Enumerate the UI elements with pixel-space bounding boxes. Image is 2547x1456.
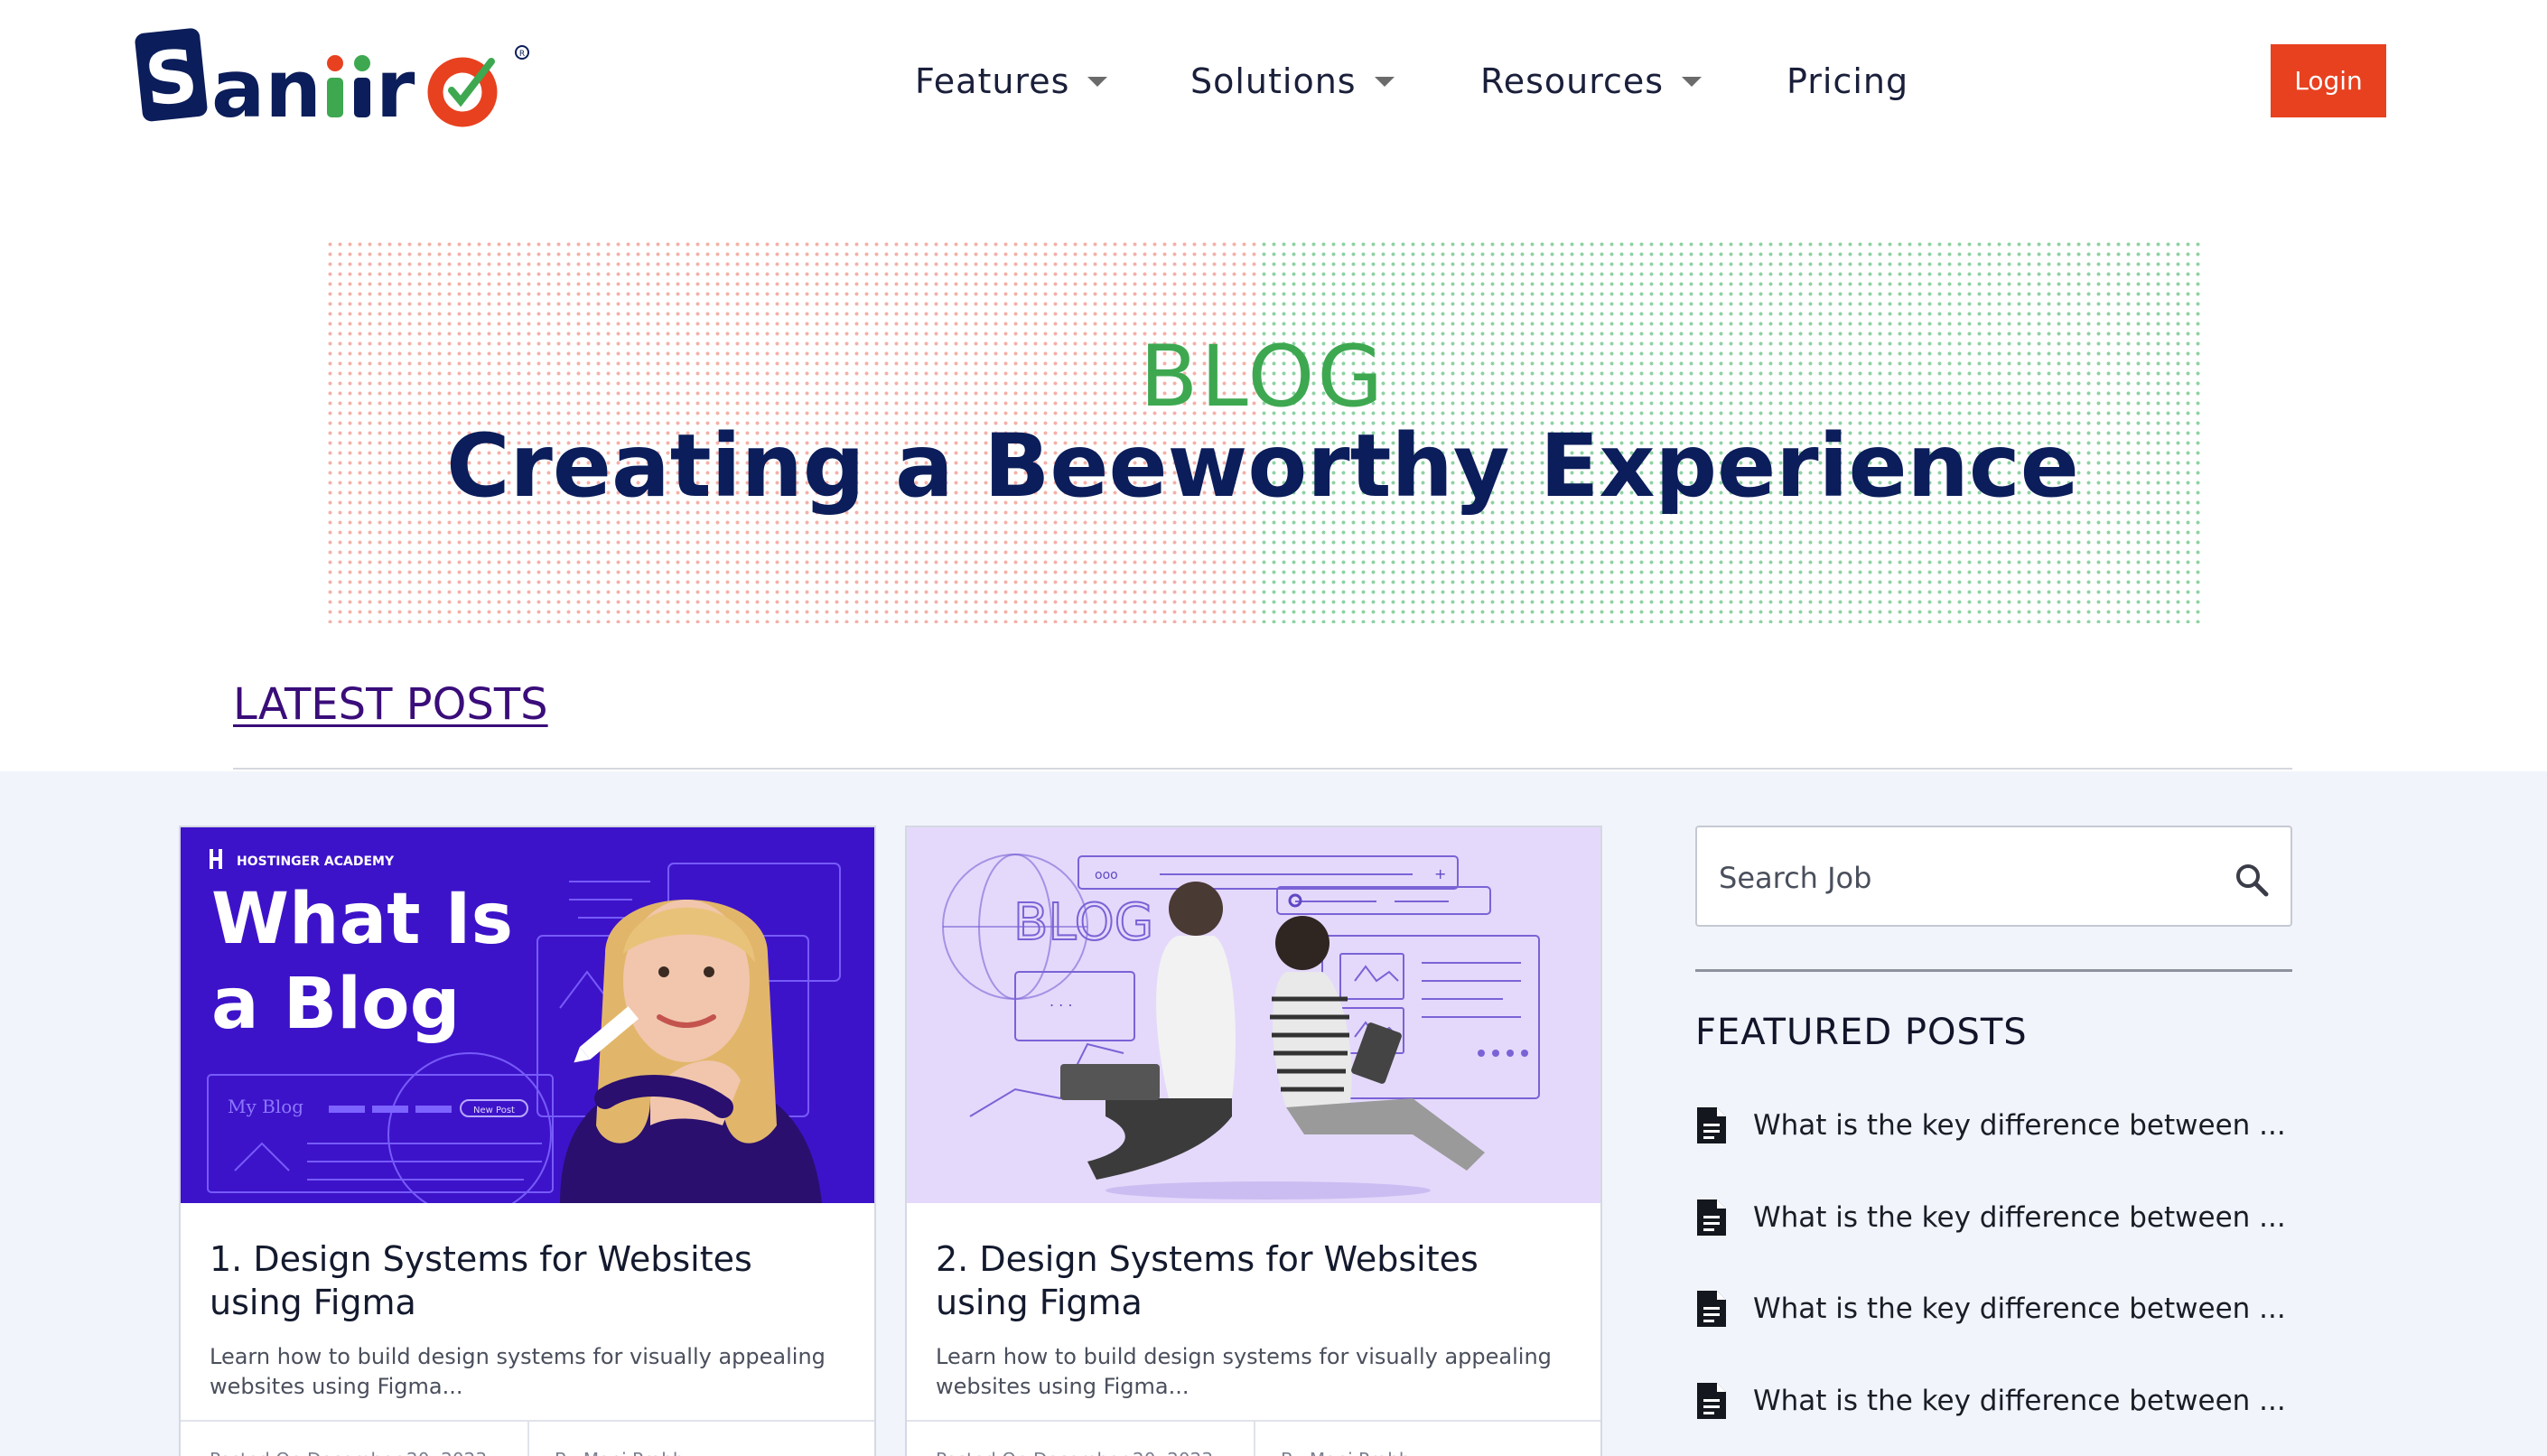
academy-label: HOSTINGER ACADEMY bbox=[237, 854, 395, 869]
window-dots: ooo bbox=[1095, 868, 1118, 882]
chevron-down-icon bbox=[1374, 76, 1395, 87]
post-title[interactable]: 2. Design Systems for Websites using Fig… bbox=[936, 1237, 1568, 1324]
site-header: S an r R Features Solutions Resources Pr… bbox=[0, 0, 2547, 163]
post-date: Posted On December 20, 2023 bbox=[936, 1449, 1213, 1456]
sidebar-divider bbox=[1695, 969, 2292, 972]
nav-features-label: Features bbox=[915, 61, 1070, 101]
document-icon bbox=[1695, 1381, 1728, 1421]
mock-blog-label: My Blog bbox=[228, 1096, 303, 1117]
blog-hero: BLOG Creating a Beeworthy Experience bbox=[325, 239, 2200, 623]
svg-text:R: R bbox=[519, 50, 525, 59]
hero-eyebrow: BLOG bbox=[1139, 328, 1386, 426]
latest-posts-link[interactable]: LATEST POSTS bbox=[233, 679, 548, 730]
chevron-down-icon bbox=[1682, 76, 1703, 87]
post-meta-separator bbox=[527, 1420, 529, 1456]
blog-label: BLOG bbox=[1013, 893, 1153, 952]
nav-pricing[interactable]: Pricing bbox=[1787, 54, 1908, 108]
svg-text:r: r bbox=[376, 42, 415, 130]
nav-pricing-label: Pricing bbox=[1787, 61, 1909, 101]
featured-post-title[interactable]: What is the key difference between ... bbox=[1753, 1201, 2286, 1234]
post-title[interactable]: 1. Design Systems for Websites using Fig… bbox=[210, 1237, 842, 1324]
thumbnail-headline-2: a Blog bbox=[211, 964, 460, 1045]
hero-title: Creating a Beeworthy Experience bbox=[446, 415, 2079, 517]
document-icon bbox=[1695, 1198, 1728, 1237]
login-button[interactable]: Login bbox=[2271, 44, 2386, 117]
post-date: Posted On December 20, 2023 bbox=[210, 1449, 487, 1456]
search-input[interactable] bbox=[1719, 851, 2225, 905]
nav-features[interactable]: Features bbox=[915, 54, 1108, 108]
featured-post-item[interactable]: What is the key difference between ... bbox=[1695, 1378, 2292, 1423]
post-excerpt: Learn how to build design systems for vi… bbox=[936, 1344, 1552, 1399]
post-thumbnail[interactable]: New Post My Blog HOSTINGER ACADEMY What … bbox=[181, 827, 874, 1203]
svg-text:S: S bbox=[141, 33, 201, 123]
nav-solutions[interactable]: Solutions bbox=[1190, 54, 1395, 108]
featured-post-title[interactable]: What is the key difference between ... bbox=[1753, 1293, 2286, 1325]
window-plus: + bbox=[1434, 865, 1446, 882]
post-thumbnail[interactable]: ooo + . . . BLOG bbox=[907, 827, 1600, 1203]
featured-post-title[interactable]: What is the key difference between ... bbox=[1753, 1385, 2286, 1417]
featured-post-item[interactable]: What is the key difference between ... bbox=[1695, 1103, 2292, 1148]
svg-text:an: an bbox=[211, 42, 322, 130]
document-icon bbox=[1695, 1106, 1728, 1145]
nav-resources[interactable]: Resources bbox=[1480, 54, 1703, 108]
saniiro-logo[interactable]: S an r R bbox=[134, 23, 536, 135]
post-card[interactable]: New Post My Blog HOSTINGER ACADEMY What … bbox=[179, 826, 876, 1456]
featured-post-title[interactable]: What is the key difference between ... bbox=[1753, 1109, 2286, 1142]
featured-post-item[interactable]: What is the key difference between ... bbox=[1695, 1195, 2292, 1240]
featured-posts-heading: FEATURED POSTS bbox=[1695, 1012, 2028, 1053]
bubble-dots: . . . bbox=[1050, 993, 1072, 1010]
post-excerpt: Learn how to build design systems for vi… bbox=[210, 1344, 826, 1399]
post-author: By Mani Prabhu bbox=[555, 1449, 695, 1456]
mock-new-post: New Post bbox=[473, 1106, 515, 1115]
search-box bbox=[1695, 826, 2292, 927]
post-meta-separator bbox=[1254, 1420, 1255, 1456]
nav-resources-label: Resources bbox=[1480, 61, 1665, 101]
section-divider bbox=[233, 768, 2292, 770]
post-author: By Mani Prabhu bbox=[1281, 1449, 1422, 1456]
post-card[interactable]: ooo + . . . BLOG 2. Design Systems for W… bbox=[905, 826, 1602, 1456]
featured-post-item[interactable]: What is the key difference between ... bbox=[1695, 1286, 2292, 1331]
search-icon[interactable] bbox=[2234, 862, 2270, 898]
document-icon bbox=[1695, 1289, 1728, 1329]
chevron-down-icon bbox=[1087, 76, 1108, 87]
nav-solutions-label: Solutions bbox=[1190, 61, 1357, 101]
thumbnail-headline-1: What Is bbox=[211, 879, 513, 960]
